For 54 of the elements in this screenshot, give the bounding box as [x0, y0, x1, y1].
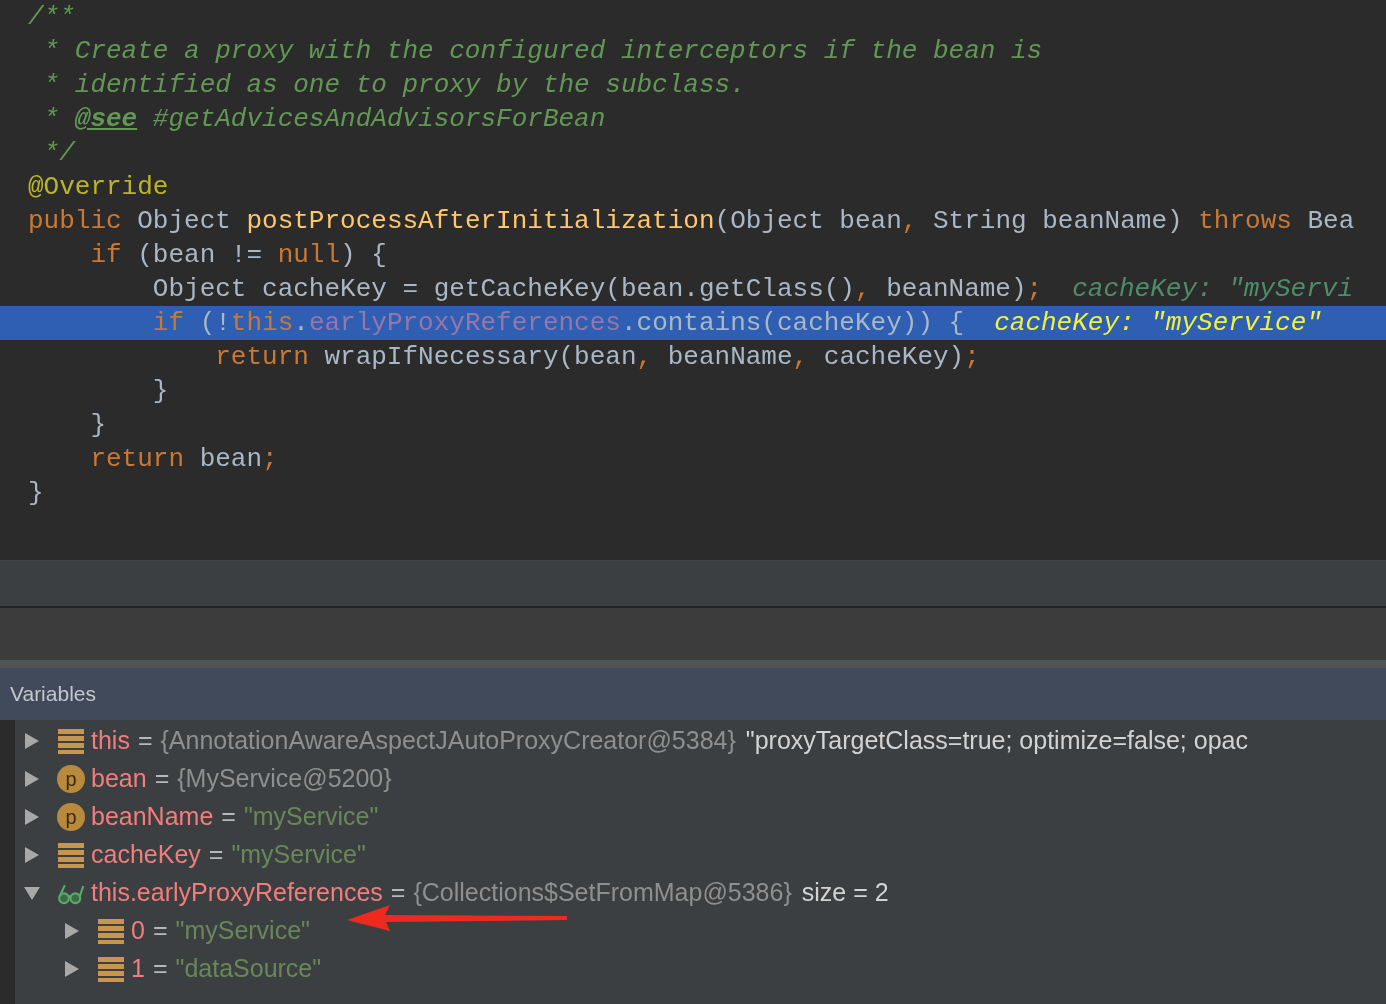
expand-icon[interactable]	[23, 846, 41, 864]
variable-value: {Collections$SetFromMap@5386}	[413, 877, 792, 909]
field-icon	[57, 727, 85, 755]
equals-sign: =	[390, 877, 406, 909]
variable-name: 0	[131, 915, 145, 947]
variable-value: "myService"	[175, 915, 310, 947]
variable-name: cacheKey	[91, 839, 201, 871]
field-icon	[97, 955, 125, 983]
code-line: if (!this.earlyProxyReferences.contains(cacheKey)) {	[151, 307, 965, 340]
code-line: Object cacheKey = getCacheKey(bean.getClass(), beanName);	[151, 273, 1043, 306]
code-line: * identified as one to proxy by the subclass.	[42, 69, 746, 102]
field-icon	[57, 841, 85, 869]
parameter-icon: p	[57, 803, 85, 831]
variable-name: bean	[91, 763, 147, 795]
variable-value: "myService"	[243, 801, 379, 833]
variable-name: this	[91, 725, 130, 757]
field-icon	[97, 917, 125, 945]
inline-value-hint: cacheKey: "myServi	[1072, 273, 1354, 306]
expand-icon[interactable]	[23, 732, 41, 750]
code-line: * Create a proxy with the configured interceptors if the bean is	[42, 35, 1043, 68]
variable-value: "dataSource"	[175, 953, 322, 985]
code-line: return wrapIfNecessary(bean, beanName, cacheKey);	[214, 341, 980, 374]
equals-sign: =	[152, 953, 168, 985]
code-line: @Override	[28, 171, 169, 204]
code-line: return bean;	[89, 443, 278, 476]
variable-value: "myService"	[231, 839, 366, 871]
variable-detail: "proxyTargetClass=true; optimize=false; opac	[745, 725, 1248, 757]
equals-sign: =	[208, 839, 224, 871]
equals-sign: =	[137, 725, 153, 757]
variable-name: 1	[131, 953, 145, 985]
variable-detail: size = 2	[801, 877, 889, 909]
variable-name: beanName	[91, 801, 214, 833]
equals-sign: =	[154, 763, 170, 795]
panel-title: Variables	[10, 681, 96, 708]
variable-value: {MyService@5200}	[177, 763, 392, 795]
variable-value: {AnnotationAwareAspectJAutoProxyCreator@5384}	[160, 725, 736, 757]
expand-icon[interactable]	[63, 960, 81, 978]
variable-name: this.earlyProxyReferences	[91, 877, 383, 909]
expand-icon[interactable]	[23, 808, 41, 826]
expand-icon[interactable]	[63, 922, 81, 940]
code-line: */	[42, 137, 75, 170]
inline-value-hint: cacheKey: "myService"	[994, 307, 1322, 340]
parameter-icon: p	[57, 765, 85, 793]
code-line: * @see #getAdvicesAndAdvisorsForBean	[42, 103, 606, 136]
expand-icon[interactable]	[23, 770, 41, 788]
collapse-icon[interactable]	[23, 884, 41, 902]
equals-sign: =	[152, 915, 168, 947]
code-line: }	[151, 375, 169, 408]
code-line: public Object postProcessAfterInitialization(Object bean, String beanName) throws Bea	[28, 205, 1355, 238]
code-line: /**	[28, 1, 75, 34]
code-line: if (bean != null) {	[89, 239, 387, 272]
code-line: }	[28, 477, 44, 510]
equals-sign: =	[221, 801, 236, 833]
code-line: }	[89, 409, 106, 442]
